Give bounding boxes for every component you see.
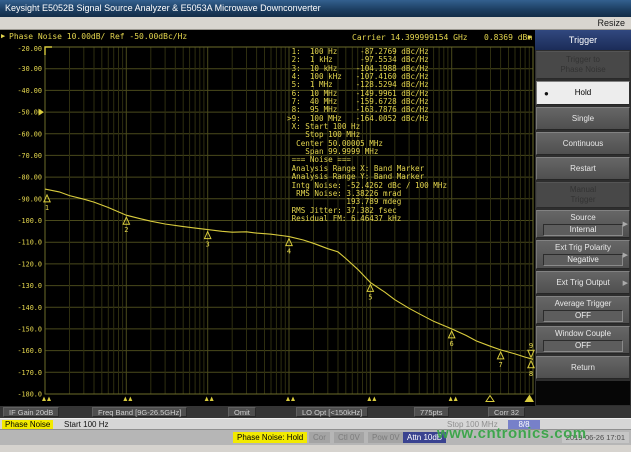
band-marker-stop-icon xyxy=(525,395,535,403)
band-marker-icon xyxy=(449,397,458,402)
ext-trig-polarity-value: Negative xyxy=(543,254,623,266)
marker-number: 1 xyxy=(45,204,49,212)
y-tick-label: -170.0 xyxy=(17,369,42,377)
window-title: Keysight E5052B Signal Source Analyzer &… xyxy=(5,3,321,13)
softkey-source[interactable]: Source Internal ▶ xyxy=(536,210,630,238)
softkey-manual-trigger: Manual Trigger xyxy=(536,182,630,208)
softkey-trigger-to-phase-noise: Trigger to Phase Noise xyxy=(536,51,630,79)
softkey-restart[interactable]: Restart xyxy=(536,157,630,180)
softkey-single[interactable]: Single xyxy=(536,107,630,130)
submenu-arrow-icon: ▶ xyxy=(623,251,628,261)
resize-button[interactable]: Resize xyxy=(597,18,625,28)
correlation-status: Corr 32 xyxy=(488,407,525,417)
submenu-arrow-icon: ▶ xyxy=(623,220,628,230)
graph-header: ▶ Phase Noise 10.00dB/ Ref -50.00dBc/Hz … xyxy=(0,30,535,45)
menu-bar: Resize xyxy=(0,17,631,30)
band-marker-icon xyxy=(205,397,214,402)
carrier-power-label: 0.8369 dBm xyxy=(484,33,532,42)
band-marker-icon xyxy=(123,397,132,402)
trigger-status-badge: Phase Noise: Hold xyxy=(233,432,307,443)
marker-number: 4 xyxy=(287,248,291,256)
lo-opt-status: LO Opt [<150kHz] xyxy=(296,407,368,417)
y-tick-label: -180.0 xyxy=(17,391,42,399)
omit-status: Omit xyxy=(228,407,256,417)
softkey-continuous[interactable]: Continuous xyxy=(536,132,630,155)
active-trace-corner-flag xyxy=(45,47,52,55)
pow-voltage-status: Pow 0V xyxy=(368,432,404,443)
hardware-status-bar: IF Gain 20dB Freq Band [9G-26.5GHz] Omit… xyxy=(0,406,631,418)
band-marker-open-icon xyxy=(486,396,494,402)
cor-status: Cor xyxy=(309,432,330,443)
y-tick-label: -50.00 xyxy=(17,109,42,117)
carrier-frequency-label: Carrier 14.399999154 GHz xyxy=(352,33,468,42)
y-tick-label: -80.00 xyxy=(17,174,42,182)
softkey-sidebar: Trigger Trigger to Phase Noise ● Hold Si… xyxy=(535,30,631,406)
ctl-voltage-status: Ctl 0V xyxy=(334,432,364,443)
y-tick-label: -160.0 xyxy=(17,347,42,355)
y-tick-label: -40.00 xyxy=(17,87,42,95)
y-tick-label: -20.00 xyxy=(17,45,42,53)
phase-noise-plot[interactable]: -20.00 -30.00 -40.00 -50.00 -60.00 -70.00 -80.… xyxy=(0,45,535,406)
softkey-ext-trig-output[interactable]: Ext Trig Output ▶ xyxy=(536,271,630,294)
freq-band-status: Freq Band [9G-26.5GHz] xyxy=(92,407,187,417)
window-titlebar: Keysight E5052B Signal Source Analyzer &… xyxy=(0,0,631,17)
marker-number: 5 xyxy=(368,293,372,301)
softkey-ext-trig-polarity[interactable]: Ext Trig Polarity Negative ▶ xyxy=(536,240,630,269)
trace-scale-label: Phase Noise 10.00dB/ Ref -50.00dBc/Hz xyxy=(9,32,187,41)
marker-number: 3 xyxy=(206,241,210,249)
average-trigger-value: OFF xyxy=(543,310,623,322)
selected-bullet-icon: ● xyxy=(544,89,549,99)
y-tick-label: -70.00 xyxy=(17,152,42,160)
y-tick-label: -100.0 xyxy=(17,217,42,225)
y-tick-label: -110.0 xyxy=(17,239,42,247)
app-window: Keysight E5052B Signal Source Analyzer &… xyxy=(0,0,631,452)
source-value: Internal xyxy=(543,224,623,236)
band-marker-icon xyxy=(42,397,51,402)
band-marker-icon xyxy=(286,397,295,402)
softkey-menu-title: Trigger xyxy=(535,30,631,50)
points-status: 775pts xyxy=(414,407,449,417)
submenu-arrow-icon: ▶ xyxy=(623,279,628,289)
window-couple-value: OFF xyxy=(543,340,623,352)
softkey-return[interactable]: Return xyxy=(536,356,630,379)
marker-number: 2 xyxy=(124,226,128,234)
band-marker-icon xyxy=(367,397,376,402)
marker-number: 9 xyxy=(529,342,533,350)
y-tick-label: -60.00 xyxy=(17,130,42,138)
sidebar-filler xyxy=(536,381,630,405)
header-edge-arrow-icon: ▶ xyxy=(528,33,532,41)
y-tick-label: -140.0 xyxy=(17,304,42,312)
if-gain-status: IF Gain 20dB xyxy=(3,407,59,417)
bottom-edge xyxy=(0,445,631,452)
graph-area: ▶ Phase Noise 10.00dB/ Ref -50.00dBc/Hz … xyxy=(0,30,535,406)
softkey-average-trigger[interactable]: Average Trigger OFF xyxy=(536,296,630,324)
measurement-mode-tab[interactable]: Phase Noise xyxy=(2,420,53,429)
y-tick-label: -30.00 xyxy=(17,65,42,73)
y-tick-label: -120.0 xyxy=(17,260,42,268)
y-tick-label: -130.0 xyxy=(17,282,42,290)
start-frequency-label: Start 100 Hz xyxy=(64,420,108,429)
marker-number: 6 xyxy=(450,340,454,348)
marker-readout: 1: 100 Hz -87.2769 dBc/Hz 2: 1 kHz -97.5… xyxy=(287,48,447,223)
watermark-text: www.cntronics.com xyxy=(437,425,587,442)
softkey-window-couple[interactable]: Window Couple OFF xyxy=(536,326,630,354)
softkey-hold[interactable]: ● Hold xyxy=(536,81,630,105)
active-trace-arrow-icon: ▶ xyxy=(1,32,5,40)
y-tick-label: -90.00 xyxy=(17,195,42,203)
y-tick-label: -150.0 xyxy=(17,325,42,333)
marker-number: 8 xyxy=(529,370,533,378)
marker-number: 7 xyxy=(499,361,503,369)
